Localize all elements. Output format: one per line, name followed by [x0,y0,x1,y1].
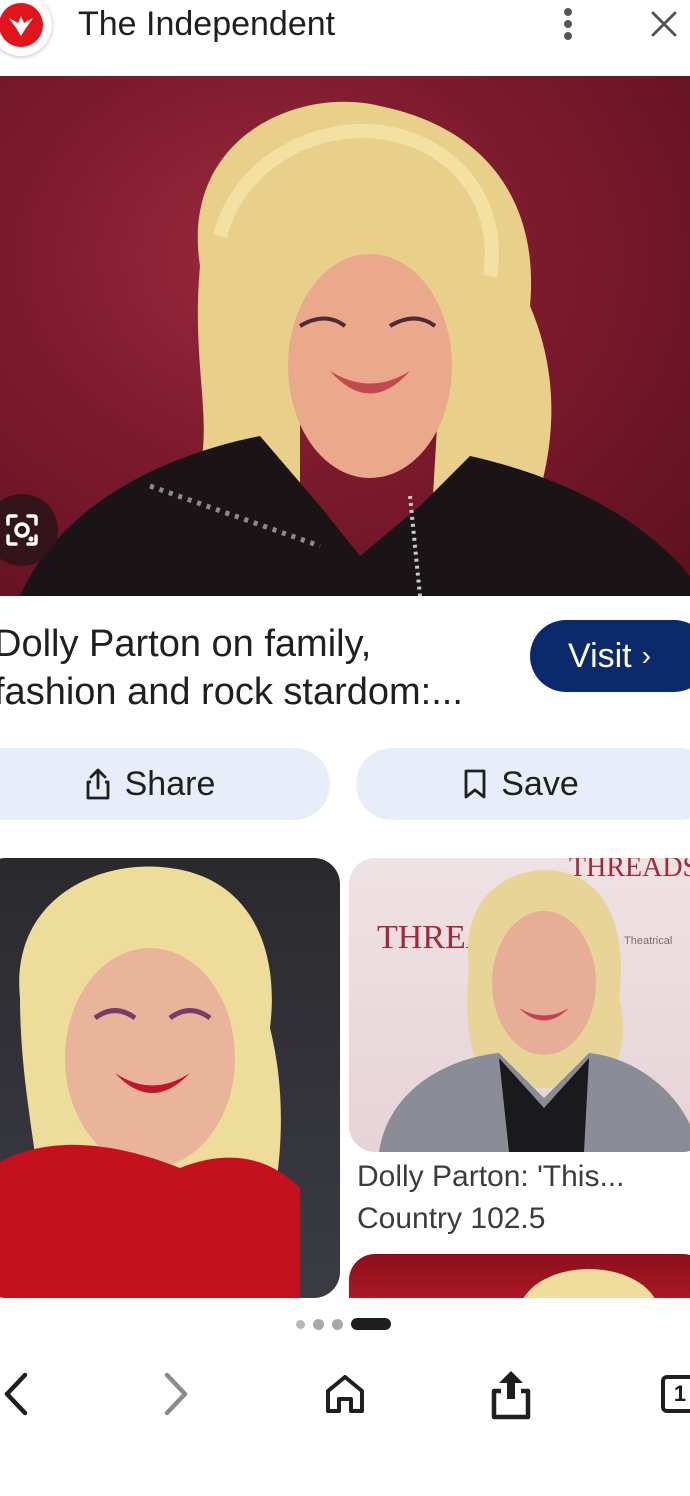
header-bar: The Independent [0,0,690,56]
grid-clip [0,1298,690,1318]
bookmark-icon [463,769,487,799]
google-lens-icon [6,514,38,546]
home-button[interactable] [315,1364,375,1424]
hero-image[interactable] [0,76,690,596]
close-button[interactable] [642,4,686,44]
share-icon [85,768,111,800]
related-photo-2: THREADS THREAD Theatrical [377,858,690,1152]
hero-photo [20,101,690,596]
chevron-right-icon: › [641,640,651,671]
share-button[interactable]: Share [0,748,330,820]
page-indicator [296,1316,391,1332]
result-title-line-1: Dolly Parton on family, [0,623,372,665]
related-image-card[interactable] [0,858,340,1298]
arrow-forward-icon [164,1372,188,1416]
result-title-line-2: fashion and rock stardom:... [0,671,463,713]
visit-button[interactable]: Visit › [530,620,690,692]
more-vert-icon [564,8,572,40]
tab-count-icon: 1 [661,1375,690,1413]
page-dot-active [351,1318,391,1330]
independent-eagle-icon [0,3,43,47]
arrow-back-icon [4,1372,28,1416]
more-options-button[interactable] [548,4,588,44]
related-card-title[interactable]: Dolly Parton: 'This... [357,1158,624,1196]
sign-text-theatrical: Theatrical [624,935,672,947]
visit-label: Visit [568,636,632,675]
home-icon [326,1375,364,1413]
back-button[interactable] [0,1364,46,1424]
page: The Independent Dolly Parton on family, … [0,0,690,1496]
page-dot [296,1319,305,1329]
bottom-nav: 1 [0,1350,690,1440]
related-photo-1 [0,866,300,1298]
sign-text-threads: THREADS [569,858,690,883]
save-button[interactable]: Save [356,748,690,820]
share-page-button[interactable] [481,1364,541,1424]
save-label: Save [501,764,579,803]
share-label: Share [124,764,216,803]
forward-button[interactable] [146,1364,206,1424]
close-icon [651,11,677,37]
tabs-button[interactable]: 1 [650,1364,690,1424]
share-upload-icon [491,1371,531,1420]
site-title: The Independent [78,5,336,43]
page-dot [313,1318,324,1330]
page-dot [332,1318,343,1330]
site-logo[interactable] [0,0,52,56]
result-title[interactable]: Dolly Parton on family, fashion and rock… [0,620,514,716]
related-image-card-2[interactable]: THREADS THREAD Theatrical [349,858,690,1152]
related-card-source: Country 102.5 [357,1202,546,1235]
